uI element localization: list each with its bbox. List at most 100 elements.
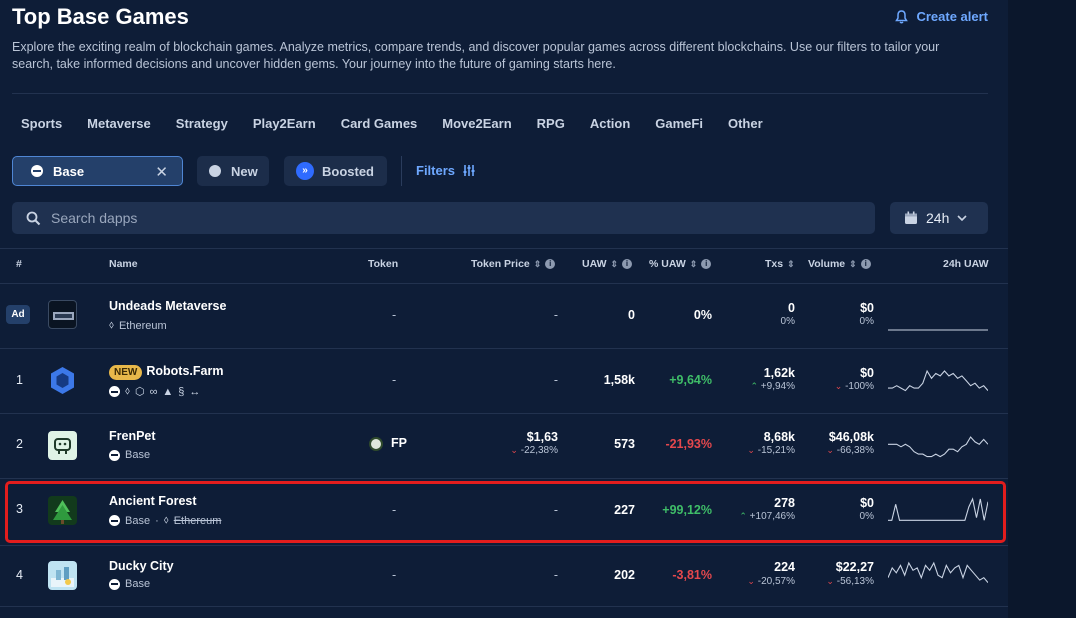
bell-icon: [895, 9, 909, 23]
arrow-down-icon: ⌄: [747, 576, 755, 586]
new-filter-label: New: [231, 163, 258, 179]
ethereum-icon: ⬨: [125, 385, 130, 397]
create-alert-button[interactable]: Create alert: [895, 9, 988, 24]
filters-label: Filters: [416, 163, 456, 178]
uaw-value: 573: [614, 437, 635, 451]
tab-metaverse[interactable]: Metaverse: [87, 116, 151, 131]
col-txs-label: Txs: [765, 258, 784, 270]
game-name[interactable]: FrenPet: [109, 429, 156, 443]
boost-icon: »: [296, 162, 314, 180]
sparkline-path: [888, 561, 988, 583]
volume-value: $22,27: [835, 560, 874, 574]
link-icon: ∞: [149, 385, 158, 398]
sparkline-path: [888, 369, 988, 392]
table-top-border: [0, 248, 1008, 249]
volume-change: -66,38%: [836, 445, 874, 456]
boosted-filter-label: Boosted: [322, 163, 374, 179]
token-price-change-group: ⌄ -22,38%: [490, 445, 558, 456]
game-name[interactable]: Robots.Farm: [146, 364, 223, 378]
filters-button[interactable]: Filters: [416, 163, 475, 178]
close-icon[interactable]: ✕: [155, 163, 168, 181]
volume-value: $0: [860, 366, 874, 380]
info-icon: i: [860, 259, 871, 269]
create-alert-label: Create alert: [916, 9, 988, 24]
token-cell[interactable]: FP: [369, 436, 407, 451]
token-value: -: [392, 373, 397, 387]
uaw-value: 0: [628, 308, 635, 322]
token-value: FP: [391, 436, 407, 450]
arrow-up-icon: ⌃: [750, 381, 759, 391]
row-divider: [0, 413, 1008, 414]
volume-value: $0: [860, 301, 874, 315]
sparkline-chart: [888, 329, 988, 331]
volume-change: -56,13%: [836, 576, 874, 587]
txs-change: -20,57%: [757, 576, 795, 587]
chain-filter-label: Base: [53, 163, 85, 179]
rank-value: 1: [16, 373, 23, 387]
volume-change-group: ⌄ -56,13%: [800, 576, 874, 587]
filter-separator: [401, 156, 402, 186]
col-rank-header: #: [16, 258, 22, 270]
token-price-change: -22,38%: [520, 445, 558, 456]
sort-icon: ⇕: [787, 258, 795, 269]
pct-uaw-value: -21,93%: [665, 437, 712, 451]
txs-value: 8,68k: [763, 430, 795, 444]
game-name[interactable]: Undeads Metaverse: [109, 299, 226, 313]
period-select[interactable]: 24h: [890, 202, 988, 234]
volume-change-group: ⌄ -66,38%: [800, 445, 874, 456]
game-name-group: NEW Robots.Farm: [109, 364, 223, 380]
col-token-price-header[interactable]: Token Price ⇕ i: [471, 258, 556, 270]
sparkline-chart: [888, 369, 988, 392]
token-price: -: [553, 308, 558, 322]
col-txs-header[interactable]: Txs ⇕: [765, 258, 795, 270]
sparkline-chart: [888, 561, 988, 583]
game-name[interactable]: Ducky City: [109, 559, 174, 573]
arrow-down-icon: ⌄: [510, 445, 518, 455]
tab-action[interactable]: Action: [590, 116, 630, 131]
tab-play2earn[interactable]: Play2Earn: [253, 116, 316, 131]
tab-rpg[interactable]: RPG: [537, 116, 565, 131]
tab-card-games[interactable]: Card Games: [341, 116, 418, 131]
new-filter-button[interactable]: New: [197, 156, 269, 186]
volume-change-group: ⌄ -100%: [800, 381, 874, 392]
tab-move2earn[interactable]: Move2Earn: [442, 116, 511, 131]
chain-icon: §: [178, 385, 185, 398]
row-highlight-outline: [5, 481, 1006, 543]
token-price: -: [553, 373, 558, 387]
tab-strategy[interactable]: Strategy: [176, 116, 228, 131]
chain-icon: ⬡: [134, 386, 145, 398]
col-volume-header[interactable]: Volume ⇕ i: [808, 258, 871, 270]
col-token-price-label: Token Price: [471, 258, 530, 270]
arrow-down-icon: ⌄: [826, 445, 834, 455]
search-bar: [12, 202, 875, 234]
sort-icon: ⇕: [689, 258, 698, 269]
col-pct-uaw-header[interactable]: % UAW ⇕ i: [649, 258, 712, 270]
game-logo: [48, 561, 77, 590]
chain-filter-chip[interactable]: Base ✕: [12, 156, 183, 186]
game-chains: Base: [109, 578, 150, 590]
rank-value: 4: [16, 568, 23, 582]
arrow-down-icon: ⌄: [747, 445, 755, 455]
game-chains: ⬨ ⬡ ∞ ▲ § ↔: [109, 385, 200, 398]
row-divider: [0, 348, 1008, 349]
info-icon: i: [545, 259, 556, 269]
game-logo: [48, 366, 77, 395]
col-uaw-header[interactable]: UAW ⇕ i: [582, 258, 633, 270]
search-input[interactable]: [51, 210, 831, 226]
category-tabs: Sports Metaverse Strategy Play2Earn Card…: [21, 116, 763, 131]
col-token-header: Token: [368, 258, 399, 270]
game-chains: ⬨ Ethereum: [109, 319, 167, 332]
clock-icon: [209, 165, 221, 177]
tab-other[interactable]: Other: [728, 116, 763, 131]
table-header-border: [0, 283, 1008, 284]
sparkline-chart: [888, 436, 988, 458]
pct-uaw-value: 0%: [693, 308, 712, 322]
chain-label: Ethereum: [118, 319, 167, 332]
boosted-filter-button[interactable]: » Boosted: [284, 156, 387, 186]
rank-value: 2: [16, 437, 23, 451]
tab-sports[interactable]: Sports: [21, 116, 62, 131]
col-uaw-label: UAW: [582, 258, 607, 270]
tab-gamefi[interactable]: GameFi: [655, 116, 703, 131]
txs-change-group: ⌄ -15,21%: [725, 445, 795, 456]
txs-change: 0%: [780, 316, 795, 327]
